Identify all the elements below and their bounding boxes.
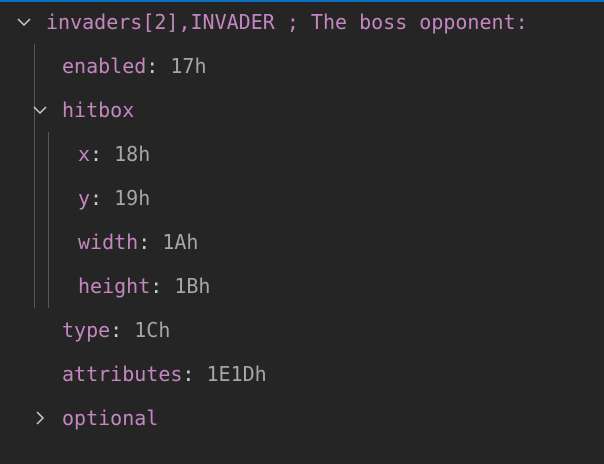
variables-tree-panel: invaders[2],INVADER ; The boss opponent:… [0,0,604,464]
tree-row-hitbox-label: hitbox [62,98,135,122]
tree-row-attributes-text: attributes: 1E1Dh [62,352,267,396]
enabled-value: 17h [170,54,207,78]
tree-row-x-text: x: 18h [78,132,150,176]
tree-row-x[interactable]: x: 18h [0,132,604,176]
width-key: width [78,230,139,254]
height-key: height [78,274,151,298]
height-value: 1Bh [174,274,211,298]
tree-row-optional[interactable]: optional [0,396,604,440]
x-key: x [78,142,91,166]
tree-row-invaders-label: invaders[2],INVADER ; The boss opponent: [46,10,528,34]
tree-row-type[interactable]: type: 1Ch [0,308,604,352]
chevron-down-icon[interactable] [30,88,50,132]
attributes-key: attributes [62,362,183,386]
width-value: 1Ah [162,230,199,254]
tree-row-type-text: type: 1Ch [62,308,170,352]
tree-row-hitbox[interactable]: hitbox [0,88,604,132]
tree-row-optional-label: optional [62,406,159,430]
tree-row-y[interactable]: y: 19h [0,176,604,220]
attributes-sep: : [182,362,195,386]
y-key: y [78,186,91,210]
y-sep: : [90,186,103,210]
chevron-right-icon[interactable] [30,396,50,440]
tree-row-enabled[interactable]: enabled: 17h [0,44,604,88]
y-value: 19h [114,186,151,210]
tree-row-attributes[interactable]: attributes: 1E1Dh [0,352,604,396]
tree-row-y-text: y: 19h [78,176,150,220]
tree-row-enabled-text: enabled: 17h [62,44,207,88]
x-value: 18h [114,142,151,166]
tree-row-width-text: width: 1Ah [78,220,198,264]
type-value: 1Ch [134,318,171,342]
enabled-sep: : [146,54,159,78]
tree-row-height[interactable]: height: 1Bh [0,264,604,308]
type-key: type [62,318,111,342]
tree-row-width[interactable]: width: 1Ah [0,220,604,264]
attributes-value: 1E1Dh [206,362,267,386]
x-sep: : [90,142,103,166]
tree-row-height-text: height: 1Bh [78,264,210,308]
type-sep: : [110,318,123,342]
tree-row-invaders[interactable]: invaders[2],INVADER ; The boss opponent: [0,0,604,44]
enabled-key: enabled [62,54,147,78]
height-sep: : [150,274,163,298]
width-sep: : [138,230,151,254]
chevron-down-icon[interactable] [14,0,34,44]
